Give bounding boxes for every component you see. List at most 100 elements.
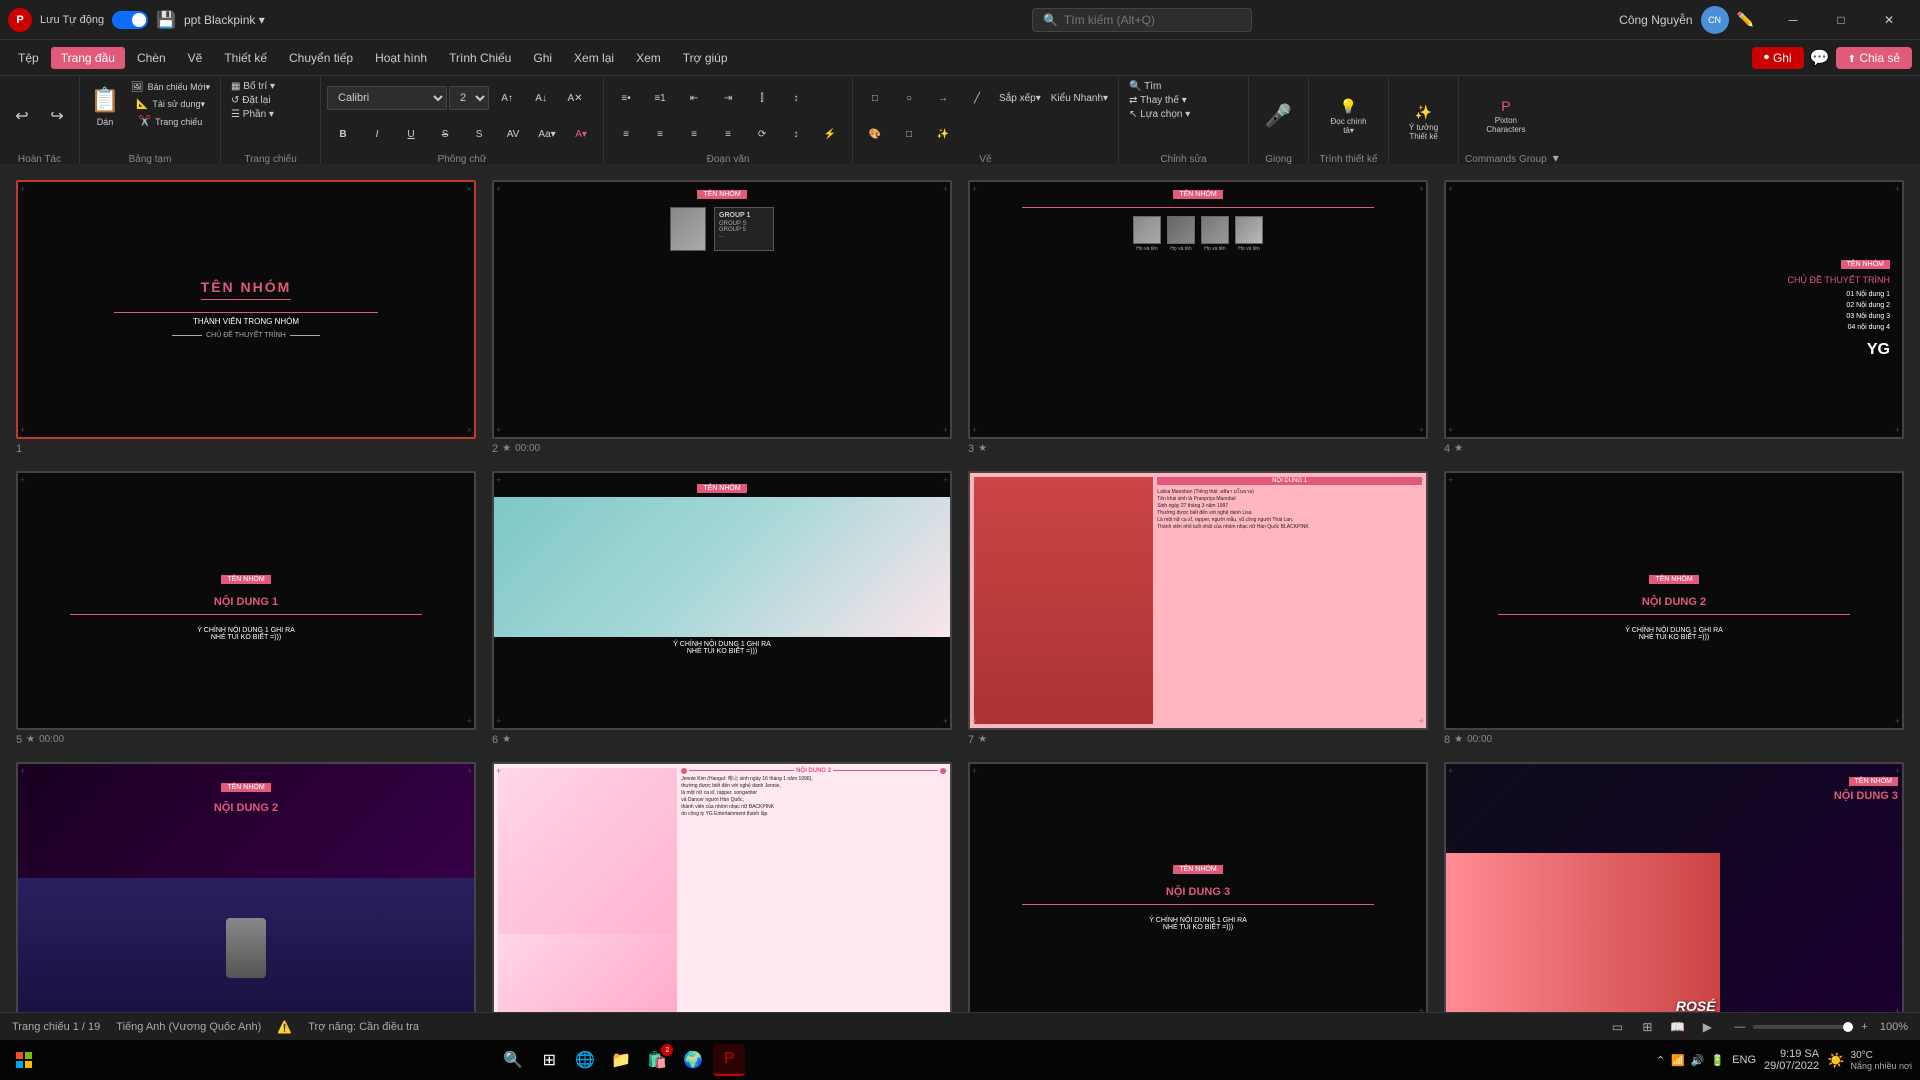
menu-draw[interactable]: Vẽ [178,47,213,69]
shadow-button[interactable]: S [463,127,495,142]
menu-slideshow[interactable]: Trình Chiếu [439,47,521,69]
text-direction[interactable]: ⟳ [746,127,778,142]
menu-record[interactable]: Ghi [523,47,562,69]
normal-view-button[interactable]: ▭ [1606,1016,1628,1038]
menu-home[interactable]: Trang đầu [51,47,125,69]
shape-circle[interactable]: ○ [893,91,925,106]
slide-item-5[interactable]: + + TÊN NHÓM NỘI DUNG 1 Ý CHÍNH NỘI DUNG… [16,471,476,746]
slide-item-7[interactable]: + + + + NỘI DUNG 1 Lalisa Manoban (Tiếng… [968,471,1428,746]
save-button[interactable]: 💾 [156,10,176,30]
slide-thumb-1[interactable]: + × + × TÊN NHÓM THÀNH VIÊN TRONG NHÓM C… [16,180,476,439]
search-bar[interactable]: 🔍 [1032,8,1252,32]
find-button[interactable]: 🔍 Tìm [1125,80,1165,93]
slide-thumb-2[interactable]: + + + + TÊN NHÓM GROUP 1 GROUP S GROUP 5 [492,180,952,439]
menu-help[interactable]: Trợ giúp [673,47,738,69]
justify[interactable]: ≡ [712,127,744,142]
char-spacing[interactable]: AV [497,127,529,142]
reset-button[interactable]: ↺ Đặt lại [227,94,275,107]
slideshow-view-button[interactable]: ▶ [1696,1016,1718,1038]
slide-thumb-5[interactable]: + + TÊN NHÓM NỘI DUNG 1 Ý CHÍNH NỘI DUNG… [16,471,476,730]
paste-button[interactable]: 📋 Dán [86,80,124,132]
user-avatar[interactable]: CN [1701,6,1729,34]
select-button[interactable]: ↖ Lựa chọn ▾ [1125,108,1194,121]
reading-view-button[interactable]: 📖 [1666,1016,1688,1038]
slide-item-8[interactable]: + + TÊN NHÓM NỘI DUNG 2 Ý CHÍNH NỘI DUNG… [1444,471,1904,746]
slide-sorter-button[interactable]: ⊞ [1636,1016,1658,1038]
quick-styles[interactable]: Kiểu Nhanh▾ [1047,91,1112,106]
slide-thumb-6[interactable]: + + + + TÊN NHÓM Ý CHÍNH NỘI DUNG 1 GHI … [492,471,952,730]
record-button[interactable]: ⏺ Ghi [1752,47,1804,69]
align-center[interactable]: ≡ [644,127,676,142]
shape-arrow[interactable]: → [927,91,959,106]
share-button[interactable]: ⬆ Chia sẻ [1836,47,1912,69]
voice-button[interactable]: 🎤 [1261,91,1296,141]
start-button[interactable] [8,1044,40,1076]
slide-item-3[interactable]: + + + + TÊN NHÓM Họ và tên Họ và tên [968,180,1428,455]
bold-button[interactable]: B [327,127,359,142]
menu-file[interactable]: Tệp [8,47,49,69]
slide-item-11[interactable]: + + TÊN NHÓM NỘI DUNG 3 Ý CHÍNH NỘI DUNG… [968,762,1428,1013]
designer-button[interactable]: 💡 Đọc chínhtả▾ [1327,91,1371,141]
shape-fill[interactable]: 🎨 [859,127,891,142]
increase-font[interactable]: A↑ [491,91,523,106]
slide-item-2[interactable]: + + + + TÊN NHÓM GROUP 1 GROUP S GROUP 5 [492,180,952,455]
network-icon[interactable]: 📶 [1671,1054,1685,1067]
slide-item-1[interactable]: + × + × TÊN NHÓM THÀNH VIÊN TRONG NHÓM C… [16,180,476,455]
font-size-select[interactable]: 24 [449,86,489,110]
vertical-align[interactable]: ↕ [780,127,812,142]
slide-thumb-7[interactable]: + + + + NỘI DUNG 1 Lalisa Manoban (Tiếng… [968,471,1428,730]
menu-transitions[interactable]: Chuyển tiếp [279,47,363,69]
volume-icon[interactable]: 🔊 [1691,1054,1705,1067]
slide-thumb-10[interactable]: + + NỘI DUNG 2 Je [492,762,952,1013]
zoom-slider[interactable] [1753,1025,1853,1029]
taskbar-chrome[interactable]: 🌍 [677,1044,709,1076]
replace-button[interactable]: ⇄ Thay thế ▾ [1125,94,1191,107]
slide-item-12[interactable]: + + + + TÊN NHÓM NỘI DUNG 3 ROSÉ 12 [1444,762,1904,1013]
comments-icon[interactable]: 💬 [1810,48,1830,68]
clear-format[interactable]: A✕ [559,91,591,106]
search-input[interactable] [1064,13,1224,27]
pixton-button[interactable]: P PixtonCharacters [1482,91,1529,141]
taskbar-store[interactable]: 🛍️ 2 [641,1044,673,1076]
decrease-indent[interactable]: ⇤ [678,91,710,106]
minimize-button[interactable]: ─ [1770,5,1816,35]
shape-outline[interactable]: □ [893,127,925,142]
bullets[interactable]: ≡• [610,91,642,106]
slide-thumb-3[interactable]: + + + + TÊN NHÓM Họ và tên Họ và tên [968,180,1428,439]
menu-review[interactable]: Xem lại [564,47,624,69]
slide-item-4[interactable]: + + + + TÊN NHÓM CHỦ ĐỀ THUYẾT TRÌNH 01 … [1444,180,1904,455]
numbering[interactable]: ≡1 [644,91,676,106]
taskbar-powerpoint[interactable]: P [713,1044,745,1076]
align-right[interactable]: ≡ [678,127,710,142]
section-button[interactable]: ✂️Trang chiếu [127,114,214,129]
line-spacing[interactable]: ↕ [780,91,812,106]
columns[interactable]: ⫿ [746,91,778,106]
menu-design[interactable]: Thiết kế [214,47,277,69]
shape-effects[interactable]: ✨ [927,127,959,142]
layout-button[interactable]: 📐Tải sử dụng▾ [127,97,214,112]
slide-thumb-12[interactable]: + + + + TÊN NHÓM NỘI DUNG 3 ROSÉ [1444,762,1904,1013]
change-case[interactable]: Aa▾ [531,127,563,142]
slide-thumb-8[interactable]: + + TÊN NHÓM NỘI DUNG 2 Ý CHÍNH NỘI DUNG… [1444,471,1904,730]
new-slide-button[interactable]: 🖼Bản chiếu Mới▾ [127,80,214,95]
italic-button[interactable]: I [361,127,393,142]
font-color[interactable]: A▾ [565,127,597,142]
font-family-select[interactable]: Calibri [327,86,447,110]
ideas-button[interactable]: ✨ Ý tưởngThiết kế [1405,98,1442,148]
arrange[interactable]: Sắp xếp▾ [995,91,1045,106]
decrease-font[interactable]: A↓ [525,91,557,106]
menu-animations[interactable]: Hoạt hình [365,47,437,69]
align-left[interactable]: ≡ [610,127,642,142]
slide-item-10[interactable]: + + NỘI DUNG 2 Je [492,762,952,1013]
ribbon-expand[interactable]: ▾ [1553,76,1573,167]
maximize-button[interactable]: □ [1818,5,1864,35]
strikethrough-button[interactable]: S [429,127,461,142]
section-menu[interactable]: ☰ Phần ▾ [227,108,278,121]
edit-icon[interactable]: ✏️ [1737,11,1754,28]
increase-indent[interactable]: ⇥ [712,91,744,106]
layout-menu[interactable]: ▦ Bố trí ▾ [227,80,279,93]
slide-thumb-11[interactable]: + + TÊN NHÓM NỘI DUNG 3 Ý CHÍNH NỘI DUNG… [968,762,1428,1013]
slide-thumb-9[interactable]: + + + + TÊN NHÓM NỘI DUNG 2 [16,762,476,1013]
taskbar-taskview[interactable]: ⊞ [533,1044,565,1076]
taskbar-explorer[interactable]: 📁 [605,1044,637,1076]
